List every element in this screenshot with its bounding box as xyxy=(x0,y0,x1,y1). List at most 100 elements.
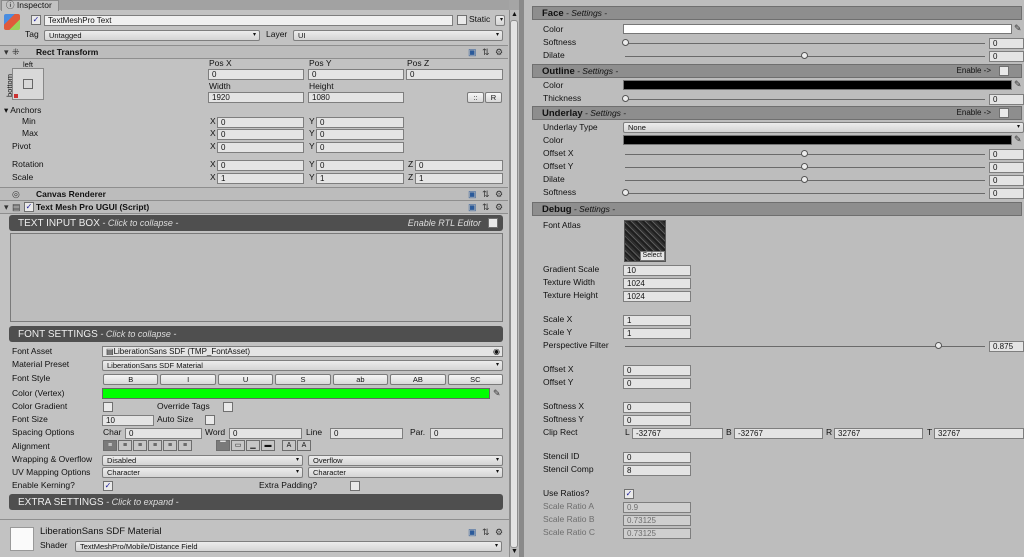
preset-icon[interactable]: ⇅ xyxy=(482,47,490,58)
vertex-color-swatch[interactable] xyxy=(102,388,490,399)
pos-x-field[interactable]: 0 xyxy=(208,69,304,80)
eyedropper-icon[interactable]: ✎ xyxy=(1014,23,1022,34)
blueprint-mode-button[interactable]: :: xyxy=(467,92,484,103)
clip-r-field[interactable]: 32767 xyxy=(834,428,923,439)
static-dropdown[interactable]: ▾ xyxy=(495,15,505,26)
align-geometry-icon[interactable]: ≡ xyxy=(178,440,192,451)
outline-color-swatch[interactable] xyxy=(623,80,1012,90)
align-bottom-icon[interactable]: ▁ xyxy=(246,440,260,451)
stencil-comp-field[interactable]: 8 xyxy=(623,465,691,476)
font-asset-field[interactable]: ▤LiberationSans SDF (TMP_FontAsset) ◉ xyxy=(102,346,503,357)
align-midline-icon[interactable]: A xyxy=(282,440,296,451)
layer-dropdown[interactable]: UI ▾ xyxy=(293,30,503,41)
max-x-field[interactable]: 0 xyxy=(217,129,304,140)
gear-icon[interactable]: ⚙ xyxy=(495,47,503,58)
material-preset-dropdown[interactable]: LiberationSans SDF Material ▾ xyxy=(102,360,503,371)
override-tags-checkbox[interactable] xyxy=(223,402,233,412)
debug-scale-x-field[interactable]: 1 xyxy=(623,315,691,326)
help-book-icon[interactable]: ▣ xyxy=(468,527,477,538)
perspective-filter-field[interactable]: 0.875 xyxy=(989,341,1024,352)
extra-settings-header[interactable]: EXTRA SETTINGS - Click to expand - xyxy=(9,494,503,510)
clip-l-field[interactable]: -32767 xyxy=(632,428,723,439)
align-right-icon[interactable]: ≡ xyxy=(133,440,147,451)
align-middle-icon[interactable]: ▭ xyxy=(231,440,245,451)
scale-z-field[interactable]: 1 xyxy=(415,173,503,184)
softness-y-field[interactable]: 0 xyxy=(623,415,691,426)
height-field[interactable]: 1080 xyxy=(308,92,404,103)
face-dilate-field[interactable]: 0 xyxy=(989,51,1024,62)
max-y-field[interactable]: 0 xyxy=(316,129,404,140)
help-book-icon[interactable]: ▣ xyxy=(468,47,477,58)
word-spacing-field[interactable]: 0 xyxy=(229,428,302,439)
face-softness-slider[interactable] xyxy=(625,43,985,44)
face-header[interactable]: Face - Settings - xyxy=(532,6,1022,20)
font-style-button-6[interactable]: SC xyxy=(447,374,503,385)
pivot-x-field[interactable]: 0 xyxy=(217,142,304,153)
align-baseline-icon[interactable]: ▬ xyxy=(261,440,275,451)
font-style-button-4[interactable]: ab xyxy=(332,374,389,385)
pos-z-field[interactable]: 0 xyxy=(406,69,503,80)
gameobject-active-checkbox[interactable]: ✓ xyxy=(31,15,41,25)
scroll-up-arrow-icon[interactable]: ▲ xyxy=(510,11,519,18)
preset-icon[interactable]: ⇅ xyxy=(482,202,490,213)
overflow-dropdown[interactable]: Overflow ▾ xyxy=(308,455,503,466)
eyedropper-icon[interactable]: ✎ xyxy=(1014,79,1022,90)
tag-dropdown[interactable]: Untagged ▾ xyxy=(44,30,260,41)
char-spacing-field[interactable]: 0 xyxy=(125,428,202,439)
object-picker-icon[interactable]: ◉ xyxy=(493,347,500,356)
debug-scale-y-field[interactable]: 1 xyxy=(623,328,691,339)
underlay-offset-y-knob[interactable] xyxy=(801,163,808,170)
auto-size-checkbox[interactable] xyxy=(205,415,215,425)
scroll-down-arrow-icon[interactable]: ▼ xyxy=(510,548,519,555)
underlay-color-swatch[interactable] xyxy=(623,135,1012,145)
rect-transform-header[interactable]: ▾ ⁜ Rect Transform ▣ ⇅ ⚙ xyxy=(0,45,508,59)
clip-b-field[interactable]: -32767 xyxy=(734,428,823,439)
gear-icon[interactable]: ⚙ xyxy=(495,202,503,213)
text-input-area[interactable] xyxy=(10,233,503,322)
par-spacing-field[interactable]: 0 xyxy=(430,428,503,439)
gradient-scale-field[interactable]: 10 xyxy=(623,265,691,276)
font-atlas-select-button[interactable]: Select xyxy=(639,251,665,261)
pivot-y-field[interactable]: 0 xyxy=(316,142,404,153)
align-capline-icon[interactable]: A xyxy=(297,440,311,451)
face-softness-field[interactable]: 0 xyxy=(989,38,1024,49)
softness-x-field[interactable]: 0 xyxy=(623,402,691,413)
rot-y-field[interactable]: 0 xyxy=(316,160,404,171)
min-x-field[interactable]: 0 xyxy=(217,117,304,128)
texture-width-field[interactable]: 1024 xyxy=(623,278,691,289)
gameobject-name-field[interactable]: TextMeshPro Text xyxy=(44,15,453,26)
font-style-button-1[interactable]: I xyxy=(160,374,216,385)
help-book-icon[interactable]: ▣ xyxy=(468,189,477,200)
rtl-checkbox[interactable] xyxy=(488,218,498,228)
font-style-button-3[interactable]: S xyxy=(275,374,331,385)
underlay-dilate-knob[interactable] xyxy=(801,176,808,183)
scale-x-field[interactable]: 1 xyxy=(217,173,304,184)
underlay-header[interactable]: Underlay - Settings - Enable -> xyxy=(532,106,1022,120)
outline-thickness-knob[interactable] xyxy=(622,95,629,102)
debug-offset-y-field[interactable]: 0 xyxy=(623,378,691,389)
align-top-icon[interactable]: ▔ xyxy=(216,440,230,451)
color-gradient-checkbox[interactable] xyxy=(103,402,113,412)
anchors-foldout[interactable]: ▾ Anchors xyxy=(4,105,41,116)
tmp-ugui-header[interactable]: ▾ ▤ ✓ Text Mesh Pro UGUI (Script) ▣ ⇅ ⚙ xyxy=(0,200,508,214)
tmp-enabled-checkbox[interactable]: ✓ xyxy=(24,202,34,212)
font-style-button-2[interactable]: U xyxy=(217,374,274,385)
uv-horizontal-dropdown[interactable]: Character ▾ xyxy=(102,467,303,478)
raw-edit-button[interactable]: R xyxy=(485,92,502,103)
underlay-offset-y-field[interactable]: 0 xyxy=(989,162,1024,173)
texture-height-field[interactable]: 1024 xyxy=(623,291,691,302)
extra-padding-checkbox[interactable] xyxy=(350,481,360,491)
canvas-renderer-header[interactable]: ◎ Canvas Renderer ▣ ⇅ ⚙ xyxy=(0,187,508,201)
perspective-filter-slider[interactable] xyxy=(625,346,985,347)
underlay-softness-slider[interactable] xyxy=(625,193,985,194)
scrollbar-thumb[interactable] xyxy=(510,20,518,548)
font-size-field[interactable]: 10 xyxy=(102,415,154,426)
align-justify-icon[interactable]: ≡ xyxy=(148,440,162,451)
underlay-type-dropdown[interactable]: None ▾ xyxy=(623,122,1024,133)
face-color-swatch[interactable] xyxy=(623,24,1012,34)
pos-y-field[interactable]: 0 xyxy=(308,69,404,80)
rot-x-field[interactable]: 0 xyxy=(217,160,304,171)
debug-offset-x-field[interactable]: 0 xyxy=(623,365,691,376)
outline-header[interactable]: Outline - Settings - Enable -> xyxy=(532,64,1022,78)
font-settings-header[interactable]: FONT SETTINGS - Click to collapse - xyxy=(9,326,503,342)
